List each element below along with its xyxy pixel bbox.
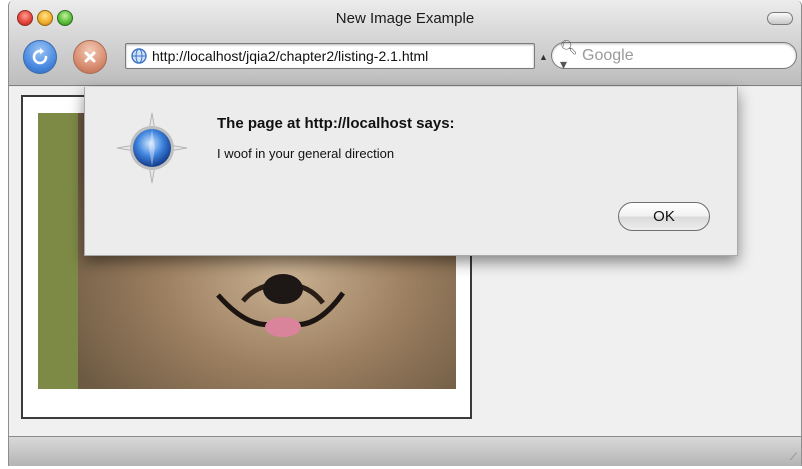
search-field[interactable]: 🔍︎▾	[551, 39, 797, 72]
stop-button[interactable]	[73, 40, 107, 74]
dialog-message: I woof in your general direction	[217, 146, 395, 161]
close-window-button[interactable]	[17, 10, 33, 26]
url-history-chevron-icon[interactable]: ▲	[539, 52, 548, 62]
alert-dialog: The page at http://localhost says: I woo…	[84, 87, 738, 256]
globe-icon	[131, 48, 147, 64]
search-input[interactable]	[582, 46, 782, 65]
url-input[interactable]	[152, 48, 532, 64]
stop-icon	[84, 51, 96, 63]
ok-button[interactable]: OK	[618, 202, 710, 231]
search-icon[interactable]: 🔍︎▾	[560, 39, 582, 73]
reload-button[interactable]	[23, 40, 57, 74]
resize-grip-icon[interactable]: ⟋	[790, 452, 797, 463]
safari-compass-icon	[116, 112, 188, 184]
status-bar: ⟋	[9, 436, 801, 466]
reload-icon	[32, 48, 48, 65]
dialog-heading: The page at http://localhost says:	[217, 115, 455, 132]
zoom-window-button[interactable]	[57, 10, 73, 26]
title-toolbar-area: New Image Example ▲ 🔍︎▾	[9, 0, 801, 86]
toolbar-toggle-button[interactable]	[767, 12, 793, 25]
window-title: New Image Example	[335, 10, 475, 27]
address-bar[interactable]	[125, 43, 535, 69]
minimize-window-button[interactable]	[37, 10, 53, 26]
